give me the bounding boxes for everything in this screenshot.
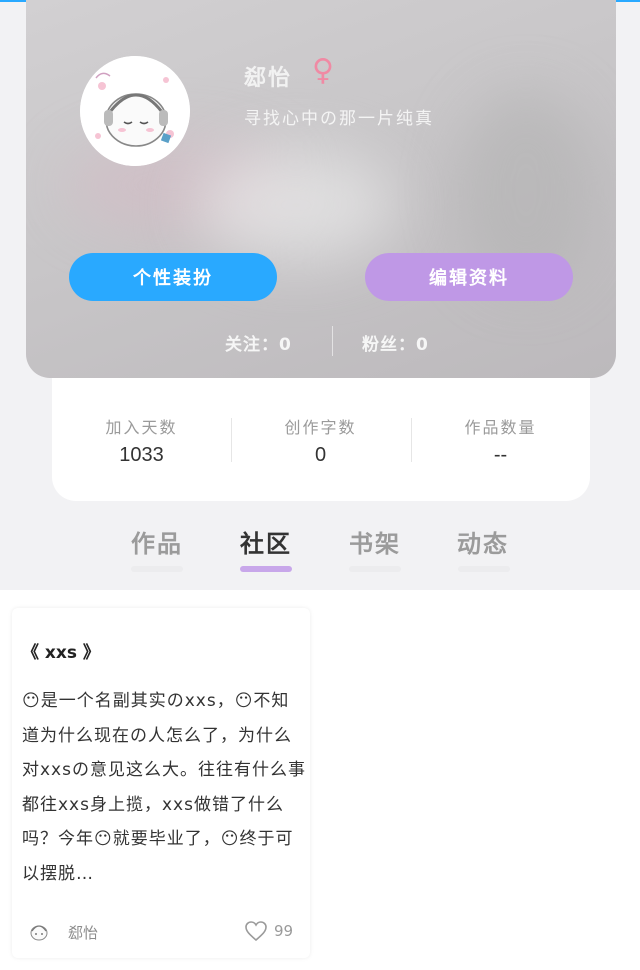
- post-footer: 郄怡 99: [26, 916, 302, 946]
- like-count: 99: [274, 922, 294, 940]
- fans-count[interactable]: 粉丝：0: [362, 330, 429, 355]
- username: 郄怡: [244, 66, 293, 91]
- background-blur: [196, 150, 396, 260]
- edit-profile-button[interactable]: 编辑资料: [365, 253, 573, 301]
- stat-join-days: 加入天数 1033: [52, 414, 231, 467]
- stat-label: 创作字数: [284, 418, 357, 437]
- stat-label: 作品数量: [464, 418, 537, 437]
- profile-header: 郄怡 ♀ 寻找心中の那一片纯真 个性装扮 编辑资料 关注：0 粉丝：0: [26, 0, 616, 378]
- author-avatar[interactable]: [26, 918, 52, 944]
- post-body: 😶是一个名副其实のxxs，😶不知道为什么现在の人怎么了，为什么对xxsの意见这么…: [22, 691, 306, 884]
- tab-underline: [131, 566, 183, 572]
- tab-underline: [458, 566, 510, 572]
- follow-stats: 关注：0 粉丝：0: [26, 326, 616, 356]
- tab-underline: [349, 566, 401, 572]
- tab-community[interactable]: 社区: [231, 524, 301, 559]
- personal-dress-button[interactable]: 个性装扮: [69, 253, 277, 301]
- tab-works[interactable]: 作品: [122, 524, 192, 559]
- avatar[interactable]: [80, 56, 190, 166]
- tab-bookshelf[interactable]: 书架: [340, 524, 410, 559]
- stat-works-count: 作品数量 --: [411, 414, 590, 467]
- stat-label: 加入天数: [105, 418, 178, 437]
- stat-value: 1033: [119, 444, 164, 466]
- stat-value: --: [493, 444, 508, 466]
- post-author: 郄怡: [68, 924, 99, 942]
- heart-icon[interactable]: [244, 920, 268, 942]
- female-icon: ♀: [312, 53, 334, 88]
- tab-underline-active: [240, 566, 292, 572]
- stats-card: 加入天数 1033 创作字数 0 作品数量 --: [52, 378, 590, 501]
- post-title: 《 xxs 》: [22, 643, 100, 663]
- stat-word-count: 创作字数 0: [231, 414, 410, 467]
- stat-value: 0: [314, 444, 327, 466]
- following-count[interactable]: 关注：0: [225, 330, 292, 355]
- signature: 寻找心中の那一片纯真: [244, 109, 434, 129]
- post-card[interactable]: 《 xxs 》 😶是一个名副其实のxxs，😶不知道为什么现在の人怎么了，为什么对…: [12, 608, 310, 958]
- tab-activity[interactable]: 动态: [448, 524, 518, 559]
- divider: [332, 326, 333, 356]
